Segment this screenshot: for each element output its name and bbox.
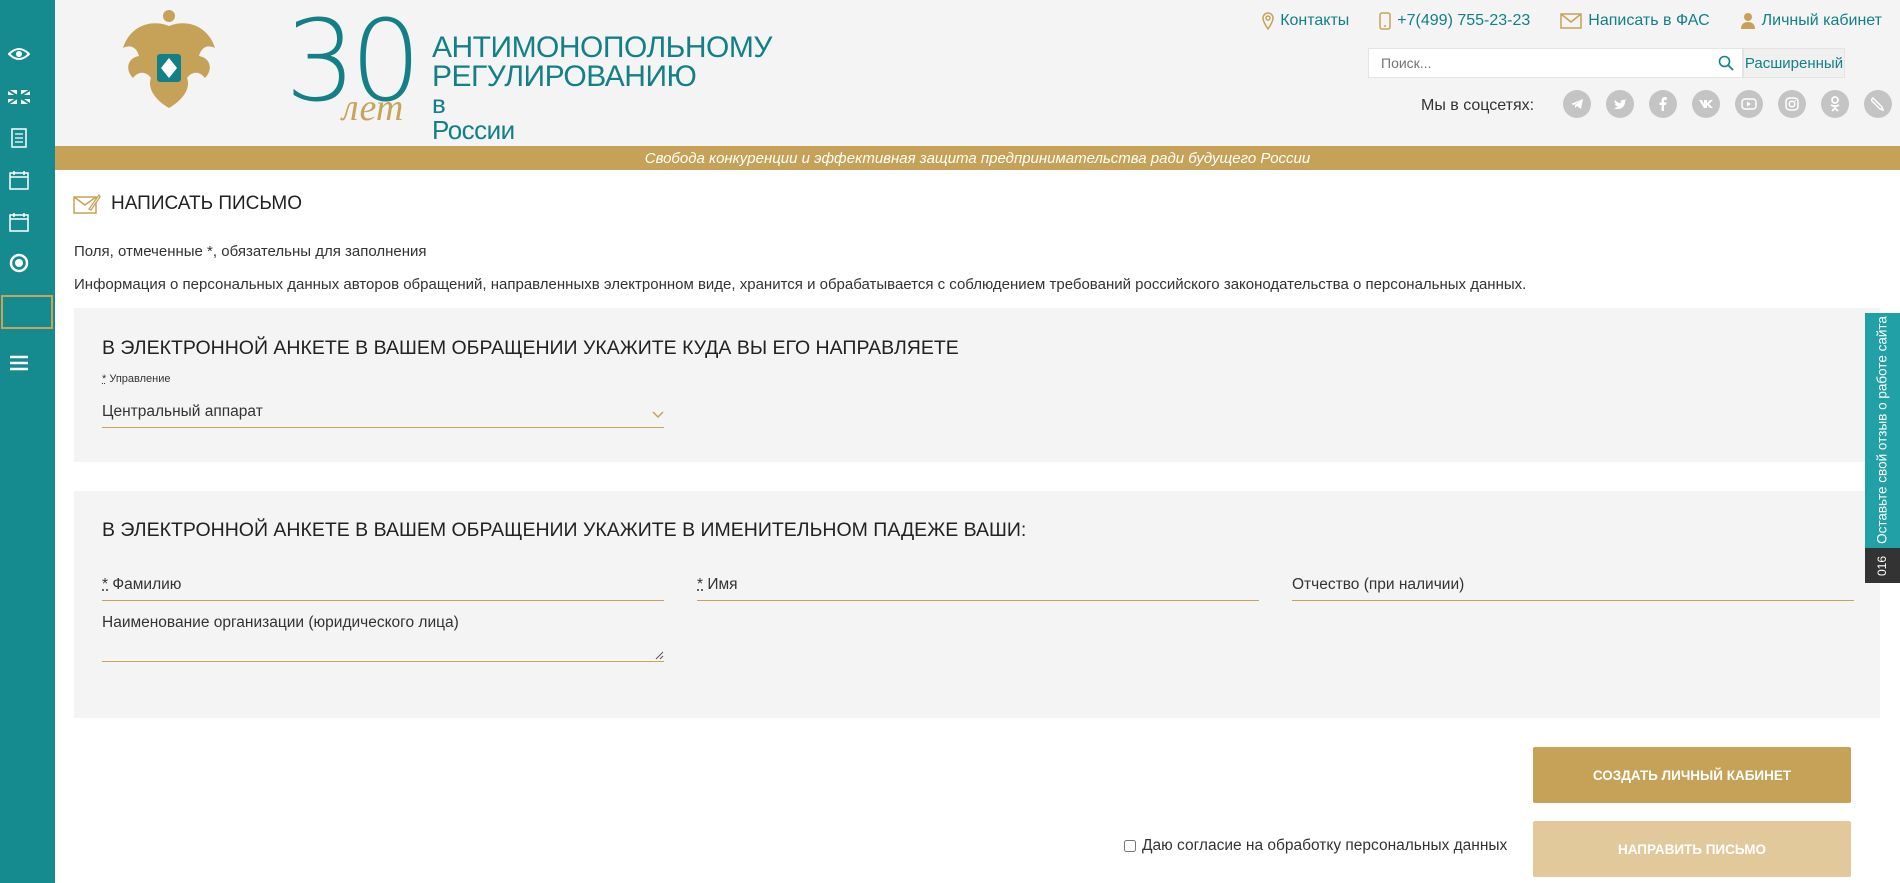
phone-label: +7(499) 755-23-23 <box>1397 12 1531 29</box>
site-logo[interactable]: 30 лет АНТИМОНОПОЛЬНОМУ РЕГУЛИРОВАНИЮ в … <box>119 6 772 143</box>
slogan-bar: Свобода конкуренции и эффективная защита… <box>55 146 1900 170</box>
logo-line-2: РЕГУЛИРОВАНИЮ <box>432 60 697 93</box>
required-marker: * <box>102 576 109 593</box>
create-cabinet-button[interactable]: СОЗДАТЬ ЛИЧНЫЙ КАБИНЕТ <box>1533 747 1851 803</box>
personal-cabinet-link[interactable]: Личный кабинет <box>1740 12 1882 30</box>
patronymic-placeholder: Отчество (при наличии) <box>1292 576 1465 593</box>
recipient-section-heading: В ЭЛЕКТРОННОЙ АНКЕТЕ В ВАШЕМ ОБРАЩЕНИИ У… <box>102 337 959 359</box>
search-input[interactable] <box>1369 49 1709 77</box>
personal-data-section: В ЭЛЕКТРОННОЙ АНКЕТЕ В ВАШЕМ ОБРАЩЕНИИ У… <box>74 491 1880 718</box>
uk-flag-icon[interactable] <box>8 86 30 108</box>
advanced-search-button[interactable]: Расширенный <box>1743 48 1845 78</box>
surname-field[interactable]: * Фамилию <box>102 563 664 601</box>
search-icon[interactable] <box>1718 55 1734 71</box>
name-placeholder: * Имя <box>697 576 738 594</box>
odnoklassniki-icon[interactable] <box>1821 90 1849 118</box>
surname-placeholder-text: Фамилию <box>112 576 182 593</box>
organization-field[interactable]: Наименование организации (юридического л… <box>102 611 664 662</box>
document-list-icon[interactable] <box>8 127 30 149</box>
calendar-15-icon[interactable] <box>8 211 30 233</box>
location-pin-icon <box>1262 12 1274 30</box>
livejournal-icon[interactable] <box>1864 90 1892 118</box>
page-title: НАПИСАТЬ ПИСЬМО <box>111 193 303 214</box>
consent-checkbox[interactable] <box>1124 840 1136 852</box>
contacts-label: Контакты <box>1280 12 1350 29</box>
personal-data-heading: В ЭЛЕКТРОННОЙ АНКЕТЕ В ВАШЕМ ОБРАЩЕНИИ У… <box>102 519 1027 541</box>
twitter-icon[interactable] <box>1606 90 1634 118</box>
logo-line-1: АНТИМОНОПОЛЬНОМУ <box>432 31 772 64</box>
department-select-value: Центральный аппарат <box>102 403 263 420</box>
resize-handle-icon[interactable] <box>654 650 664 660</box>
page-title-row: НАПИСАТЬ ПИСЬМО <box>73 193 302 215</box>
coat-of-arms-icon <box>123 10 215 108</box>
phone-icon <box>1379 12 1392 30</box>
search-box <box>1368 48 1743 78</box>
required-marker: * <box>697 576 704 593</box>
social-label: Мы в соцсетях: <box>1421 97 1535 114</box>
instagram-icon[interactable] <box>1778 90 1806 118</box>
write-fas-link[interactable]: Написать в ФАС <box>1560 12 1710 30</box>
circle-icon[interactable] <box>8 252 30 274</box>
send-letter-button[interactable]: НАПРАВИТЬ ПИСЬМО <box>1533 821 1851 877</box>
feedback-label: Оставьте свой отзыв о работе сайта <box>1874 316 1890 544</box>
site-header: 30 лет АНТИМОНОПОЛЬНОМУ РЕГУЛИРОВАНИЮ в … <box>55 0 1900 146</box>
name-field[interactable]: * Имя <box>697 563 1259 601</box>
department-label-text: Управление <box>109 373 171 385</box>
required-marker: * <box>102 373 107 385</box>
telegram-icon[interactable] <box>1563 90 1591 118</box>
left-sidebar <box>0 0 55 883</box>
department-label: * Управление <box>102 373 171 385</box>
organization-placeholder: Наименование организации (юридического л… <box>102 614 459 631</box>
department-select[interactable]: Центральный аппарат <box>102 390 664 428</box>
contacts-link[interactable]: Контакты <box>1262 12 1349 30</box>
user-icon <box>1740 13 1755 29</box>
patronymic-field[interactable]: Отчество (при наличии) <box>1292 563 1854 601</box>
logo-line-3: в России <box>432 89 515 145</box>
personal-cabinet-label: Личный кабинет <box>1761 12 1882 29</box>
phone-link[interactable]: +7(499) 755-23-23 <box>1379 12 1530 30</box>
envelope-icon <box>1560 13 1583 29</box>
surname-placeholder: * Фамилию <box>102 576 181 594</box>
write-letter-icon <box>73 193 101 214</box>
feedback-count-value: 016 <box>1875 555 1890 576</box>
consent-label: Даю согласие на обработку персональных д… <box>1142 837 1508 854</box>
chevron-down-icon <box>652 411 664 419</box>
vk-icon[interactable] <box>1692 90 1720 118</box>
calendar-30-icon[interactable] <box>8 169 30 191</box>
top-nav: Контакты +7(499) 755-23-23 Написать в ФА… <box>1262 12 1882 30</box>
required-fields-note: Поля, отмеченные *, обязательны для запо… <box>74 243 427 260</box>
name-placeholder-text: Имя <box>707 576 738 593</box>
consent-row[interactable]: Даю согласие на обработку персональных д… <box>1124 837 1507 855</box>
facebook-icon[interactable] <box>1649 90 1677 118</box>
privacy-note: Информация о персональных данных авторов… <box>74 276 1527 293</box>
menu-icon[interactable] <box>8 352 30 374</box>
focused-sidebar-slot[interactable] <box>1 295 53 329</box>
social-links <box>1563 90 1892 118</box>
feedback-counter: 016 <box>1865 548 1900 583</box>
recipient-section: В ЭЛЕКТРОННОЙ АНКЕТЕ В ВАШЕМ ОБРАЩЕНИИ У… <box>74 308 1880 462</box>
youtube-icon[interactable] <box>1735 90 1763 118</box>
write-fas-label: Написать в ФАС <box>1588 12 1710 29</box>
eye-icon[interactable] <box>8 43 30 65</box>
logo-years-label: лет <box>342 87 404 129</box>
